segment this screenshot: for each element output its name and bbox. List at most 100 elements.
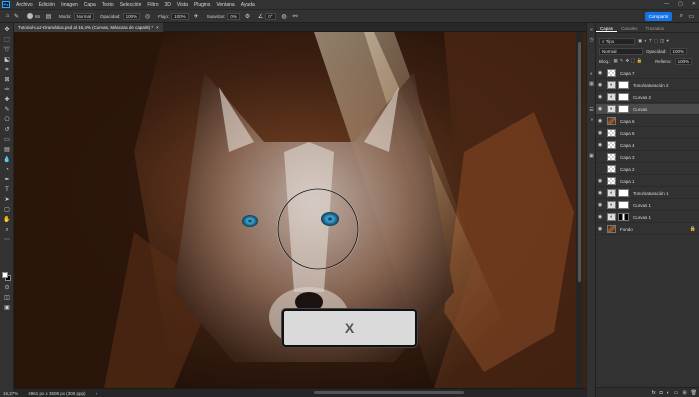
history-brush-tool-icon[interactable]: ↺ <box>3 127 11 134</box>
adjustment-icon[interactable]: ◐ <box>667 390 670 396</box>
brush-settings-icon[interactable]: ▤ <box>44 12 53 21</box>
type-tool-icon[interactable]: T <box>3 187 11 194</box>
layer-row[interactable]: ◉ ◐ Curvas 2 <box>596 92 699 103</box>
tab-layers[interactable]: Capas <box>596 25 618 32</box>
menu-item-texto[interactable]: Texto <box>99 2 117 8</box>
zoom-level[interactable]: 16,27% <box>3 391 18 396</box>
visibility-eye-icon[interactable]: ◉ <box>596 202 604 208</box>
search-icon[interactable]: ⌕ <box>680 13 683 20</box>
layer-mask-thumbnail[interactable] <box>618 105 629 113</box>
smoothing-settings-icon[interactable]: ⚙ <box>243 12 252 21</box>
layer-row[interactable]: ◉ ◐ Curvas 1 <box>596 200 699 211</box>
maximize-button[interactable]: ▢ <box>678 1 683 7</box>
share-button[interactable]: Compartir <box>645 12 672 21</box>
edit-toolbar-icon[interactable]: ⊙ <box>3 285 11 292</box>
fx-icon[interactable]: fx <box>652 390 656 396</box>
collapse-icon[interactable]: « <box>588 27 595 34</box>
document-tab[interactable]: Tutorial-Luz-Dramática.psd al 16,4% (Cur… <box>14 23 163 32</box>
healing-brush-tool-icon[interactable]: ✚ <box>3 97 11 104</box>
layer-row[interactable]: ◉ Fondo 🔒 <box>596 224 699 235</box>
opacity-input[interactable]: 100% <box>122 12 141 20</box>
eraser-tool-icon[interactable]: ▭ <box>3 137 11 144</box>
adjustments-icon[interactable]: ◑ <box>588 117 595 124</box>
layer-row[interactable]: ◉ ◐ Curvas <box>596 104 699 115</box>
pressure-opacity-icon[interactable]: ◎ <box>143 12 152 21</box>
angle-input[interactable]: 0° <box>265 12 276 20</box>
tab-channels[interactable]: Canales <box>617 25 642 32</box>
close-window-button[interactable]: ✕ <box>692 1 696 7</box>
lasso-tool-icon[interactable]: ➰ <box>3 47 11 54</box>
layer-mask-thumbnail[interactable] <box>618 189 629 197</box>
menu-item-capa[interactable]: Capa <box>81 2 99 8</box>
visibility-eye-icon[interactable]: ◉ <box>596 94 604 100</box>
clone-stamp-tool-icon[interactable]: ⎔ <box>3 117 11 124</box>
layer-mask-thumbnail[interactable] <box>618 81 629 89</box>
layer-opacity-input[interactable]: 100% <box>669 47 688 55</box>
layer-row[interactable]: ◉ Capa 1 <box>596 176 699 187</box>
layer-row[interactable]: ◉ Capa 6 <box>596 116 699 127</box>
pressure-size-icon[interactable]: ◍ <box>280 12 289 21</box>
tab-paths[interactable]: Trazados <box>642 25 669 32</box>
blend-mode-select[interactable]: Normal <box>599 47 643 55</box>
menu-item-selección[interactable]: Selección <box>117 2 145 8</box>
layer-row[interactable]: ◉ Capa 5 <box>596 128 699 139</box>
object-select-tool-icon[interactable]: ⬕ <box>3 57 11 64</box>
dodge-tool-icon[interactable]: ◔ <box>3 167 11 174</box>
airbrush-icon[interactable]: ✈ <box>192 12 201 21</box>
minimize-button[interactable]: — <box>664 1 669 7</box>
color-icon[interactable]: ◐ <box>588 71 595 78</box>
flow-input[interactable]: 100% <box>171 12 189 20</box>
layer-row[interactable]: ◉ ◐ Curvas 1 <box>596 212 699 223</box>
pen-tool-icon[interactable]: ✒ <box>3 177 11 184</box>
visibility-eye-icon[interactable]: ◉ <box>596 106 604 112</box>
screen-mode-icon[interactable]: ▣ <box>3 305 11 312</box>
filter-icons[interactable]: ▣◐T⬚◫● <box>638 38 671 44</box>
status-menu-arrow[interactable]: › <box>96 391 98 396</box>
move-tool-icon[interactable]: ✥ <box>3 27 11 34</box>
layer-mask-thumbnail[interactable] <box>618 213 629 221</box>
mask-icon[interactable]: ◘ <box>660 390 663 396</box>
workspace-icon[interactable]: ▭ <box>688 13 694 20</box>
visibility-eye-icon[interactable]: ◉ <box>596 82 604 88</box>
quick-mask-icon[interactable]: ◫ <box>3 295 11 302</box>
layer-row[interactable]: ◉ Capa 7 <box>596 68 699 79</box>
layer-row[interactable]: Capa 3 <box>596 152 699 163</box>
home-icon[interactable]: ⌂ <box>3 12 12 21</box>
marquee-tool-icon[interactable]: ⬚ <box>3 37 11 44</box>
layer-kind-filter[interactable]: ⌕ Tipo <box>599 37 635 45</box>
eyedropper-tool-icon[interactable]: ✑ <box>3 87 11 94</box>
lock-icons[interactable]: ▦✎✥⛶🔒 <box>614 58 645 64</box>
visibility-eye-icon[interactable]: ◉ <box>596 70 604 76</box>
smoothing-input[interactable]: 0% <box>227 12 240 20</box>
vertical-scroll-thumb[interactable] <box>578 42 581 282</box>
crop-tool-icon[interactable]: ⌗ <box>3 67 11 74</box>
menu-item-ventana[interactable]: Ventana <box>213 2 237 8</box>
group-icon[interactable]: ▭ <box>674 390 679 396</box>
history-icon[interactable]: ◷ <box>588 37 595 44</box>
layer-row[interactable]: ◉ Capa 4 <box>596 140 699 151</box>
visibility-eye-icon[interactable]: ◉ <box>596 118 604 124</box>
layer-mask-thumbnail[interactable] <box>618 93 629 101</box>
foreground-color-swatch[interactable] <box>2 272 8 278</box>
gradient-tool-icon[interactable]: ▤ <box>3 147 11 154</box>
horizontal-scroll-thumb[interactable] <box>314 391 464 394</box>
menu-item-archivo[interactable]: Archivo <box>13 2 36 8</box>
brush-tool-icon[interactable]: ✎ <box>3 107 11 114</box>
zoom-tool-icon[interactable]: ⌕ <box>3 227 11 234</box>
overlay-x-button[interactable]: X <box>282 309 417 347</box>
more-tools-icon[interactable]: ⋯ <box>3 237 11 244</box>
layer-mask-thumbnail[interactable] <box>618 201 629 209</box>
blur-tool-icon[interactable]: 💧 <box>3 157 11 164</box>
visibility-eye-icon[interactable]: ◉ <box>596 142 604 148</box>
brush-tool-icon[interactable]: ✎ <box>12 12 21 21</box>
frame-tool-icon[interactable]: ⊠ <box>3 77 11 84</box>
layer-row[interactable]: ◉ ◐ Tono/saturación 2 <box>596 80 699 91</box>
vertical-scrollbar[interactable] <box>576 32 583 388</box>
menu-item-imagen[interactable]: Imagen <box>58 2 81 8</box>
properties-icon[interactable]: ☰ <box>588 107 595 114</box>
swatches-icon[interactable]: ▦ <box>588 81 595 88</box>
layer-row[interactable]: ◉ ◐ Tono/saturación 1 <box>596 188 699 199</box>
menu-item-vista[interactable]: Vista <box>174 2 191 8</box>
trash-icon[interactable]: 🗑 <box>691 390 697 396</box>
close-tab-icon[interactable]: × <box>156 25 159 30</box>
